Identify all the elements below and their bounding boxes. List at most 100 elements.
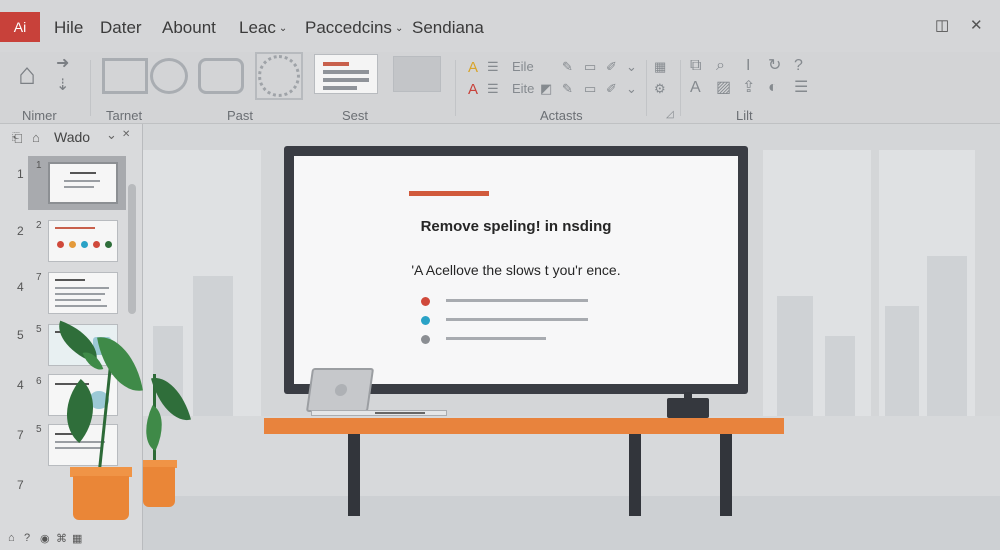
menu-bar: Ai Hile Dater Abount Leac ⌄ Paccedcins ⌄ S… [0,0,1000,52]
slide-thumbnail-1[interactable] [48,162,118,204]
copy-icon[interactable]: ⧉ [690,58,701,74]
bullet-line [446,318,588,321]
menu-label: Hile [54,18,84,37]
bullet-line [446,337,546,340]
title-accent-line [409,191,489,196]
restore-window-icon[interactable]: ◫ [935,16,949,34]
help-icon[interactable]: ? [24,532,30,544]
laptop-keyboard [375,412,425,414]
folder-icon[interactable]: ▭ [584,82,596,95]
pin-icon[interactable]: ⎗ [12,130,22,146]
slides-scrollbar[interactable] [128,184,136,314]
style-line [323,70,369,74]
slide-thumbnail-2[interactable] [48,220,118,262]
slide-number: 7 [17,428,24,442]
gear-frame[interactable] [255,52,303,100]
pen-icon[interactable]: ✎ [562,60,573,73]
cursor-icon[interactable]: I [746,58,750,74]
upload-icon[interactable]: ⇪ [742,80,755,96]
folder-icon[interactable]: ▭ [584,60,596,73]
arrow-down-icon[interactable]: ⇣ [56,78,69,94]
thumb-number: 6 [36,376,42,387]
ribbon-small-label[interactable]: Eite [512,82,534,95]
menu-label: Sendiana [412,18,484,37]
text-style-tile[interactable] [314,54,378,94]
menu-item-dater[interactable]: Dater [100,18,142,38]
ribbon-group-label: Sest [342,108,369,123]
menu-item-leac[interactable]: Leac ⌄ [239,18,287,38]
home-icon[interactable]: ⌂ [18,60,36,90]
ribbon-small-label[interactable]: Eile [512,60,534,73]
style-line [323,78,369,82]
slide-number: 4 [17,378,24,392]
home-icon[interactable]: ⌂ [8,532,15,544]
thumb-number: 1 [36,160,42,171]
thumb-line [64,180,100,182]
slide-thumbnail-3[interactable] [48,272,118,314]
highlight-icon[interactable]: A [468,82,478,97]
slides-panel-header: ⎗ ⌂ Wado ⌄ ✕ [0,124,143,150]
slide-canvas[interactable]: Remove speling! in nsding 'A Acellove th… [143,124,1000,550]
dialog-launcher-icon[interactable]: ◿ [666,110,674,120]
circle-shape-icon[interactable] [150,58,188,94]
arrow-right-icon[interactable]: ➜ [56,56,69,72]
thumb-number: 5 [36,324,42,335]
settings-icon[interactable]: ⚙ [654,82,666,95]
close-window-icon[interactable]: ✕ [970,16,983,34]
pen-icon[interactable]: ✎ [562,82,573,95]
plant-pot [73,476,129,520]
thumb-line [55,287,109,289]
text-icon[interactable]: A [690,80,701,96]
text-color-icon[interactable]: A [468,60,478,75]
list-icon[interactable]: ☰ [487,82,499,95]
app-logo[interactable]: Ai [0,12,40,42]
list-icon[interactable]: ☰ [794,80,808,96]
ribbon-separator [680,60,681,116]
menu-item-hile[interactable]: Hile [54,18,83,38]
list-icon[interactable]: ☰ [487,60,499,73]
help-icon[interactable]: ? [794,58,803,74]
thumb-line [55,227,95,229]
style-line [323,86,357,90]
slide-title[interactable]: Remove speling! in nsding [294,218,738,235]
menu-item-sendiana[interactable]: Sendiana [412,18,484,38]
slide-number: 4 [17,280,24,294]
rounded-rect-shape-icon[interactable] [198,58,244,94]
chevron-down-icon[interactable]: ⌄ [626,82,637,95]
slide-number: 5 [17,328,24,342]
menu-label: Dater [100,18,142,37]
ribbon-group-label: Actasts [540,108,583,123]
brush-icon[interactable]: ✐ [606,82,617,95]
thumb-dot [57,241,64,248]
thumb-line [55,305,107,307]
chevron-down-icon[interactable]: ⌄ [626,60,637,73]
home-icon[interactable]: ⌂ [32,130,40,145]
menu-item-abount[interactable]: Abount [162,18,216,38]
search-icon[interactable]: ⌕ [716,58,725,74]
square-shape-icon[interactable] [102,58,148,94]
slide-subtitle[interactable]: 'A Acellove the slows t you'r ence. [294,262,738,278]
floor [143,496,1000,550]
command-icon[interactable]: ⌘ [56,532,67,545]
close-icon[interactable]: ✕ [122,129,130,140]
grid-icon[interactable]: ▦ [654,60,666,73]
bullet-dot [421,316,430,325]
eraser-icon[interactable]: ◩ [540,82,552,95]
desk [264,418,784,434]
image-icon[interactable]: ▨ [716,80,731,96]
blank-style-tile[interactable] [393,56,441,92]
bullet-line [446,299,588,302]
chevron-down-icon[interactable]: ⌄ [106,127,117,143]
view-icon[interactable]: ◉ [40,532,50,545]
slide-preview[interactable]: Remove speling! in nsding 'A Acellove th… [294,156,738,384]
desk-leg [629,434,641,516]
refresh-icon[interactable]: ↻ [768,58,781,74]
menu-label: Leac [239,18,276,37]
slide-number: 1 [17,167,24,181]
building [885,306,919,416]
ribbon-separator [455,60,456,116]
pencil-icon[interactable]: ✐ [606,60,617,73]
shape-icon[interactable]: ◐ [768,80,778,96]
menu-item-paccedcins[interactable]: Paccedcins ⌄ [305,18,403,38]
grid-icon[interactable]: ▦ [72,532,82,545]
